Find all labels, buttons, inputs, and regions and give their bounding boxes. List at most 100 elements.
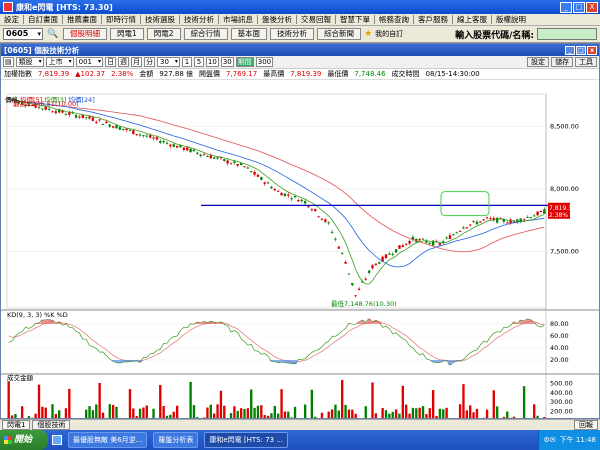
period-week[interactable]: 週 xyxy=(118,57,129,67)
volume-bar xyxy=(543,417,546,418)
quote-button[interactable]: 綜合行情 xyxy=(183,28,228,40)
candle-body xyxy=(142,135,145,137)
menu-item[interactable]: 技術分析 xyxy=(180,14,218,25)
maximize-button[interactable]: □ xyxy=(573,1,585,13)
tools-button[interactable]: 工具 xyxy=(575,57,597,67)
candle-body xyxy=(495,217,499,223)
kd-overbought-fill xyxy=(212,322,216,324)
task-hts[interactable]: 康和e閃電 [HTS: 73 ... xyxy=(204,432,288,448)
chart-minimize-button[interactable]: _ xyxy=(565,45,575,55)
kd-oversold-fill xyxy=(283,360,287,363)
period-day[interactable]: 日 xyxy=(105,57,116,67)
volume-bar xyxy=(347,409,351,418)
stock-code-input[interactable]: 0605 xyxy=(3,28,43,40)
fundamentals-button[interactable]: 基本面 xyxy=(230,28,268,40)
volume-bar xyxy=(287,411,290,418)
volume-bar xyxy=(351,409,354,418)
zoom-1[interactable]: 1 xyxy=(181,57,192,67)
menu-item[interactable]: 帳務查詢 xyxy=(375,14,413,25)
candle-body xyxy=(51,111,54,113)
code-select[interactable]: 001 xyxy=(75,57,103,67)
candle-body xyxy=(216,157,219,159)
menu-item[interactable]: 智慧下單 xyxy=(336,14,374,25)
menu-item[interactable]: 即時行情 xyxy=(102,14,140,25)
period-minute[interactable]: 分 xyxy=(144,57,155,67)
volume-bar xyxy=(425,414,428,418)
market-select[interactable]: 上市 xyxy=(45,57,74,67)
candle-body xyxy=(526,216,529,218)
candle-body xyxy=(243,166,246,168)
menu-item[interactable]: 盤後分析 xyxy=(258,14,296,25)
menu-item[interactable]: 線上客服 xyxy=(453,14,491,25)
lookup-input[interactable] xyxy=(537,28,597,40)
volume-bar xyxy=(14,414,17,418)
kd-oversold-fill xyxy=(131,360,136,362)
menu-item[interactable]: 推薦畫面 xyxy=(63,14,101,25)
tab-technical[interactable]: 個股技術 xyxy=(32,420,71,430)
chart-close-button[interactable]: x xyxy=(587,45,597,55)
candle-body xyxy=(405,243,408,245)
menu-item[interactable]: 自訂畫面 xyxy=(24,14,62,25)
kd-oversold-fill xyxy=(444,360,449,361)
technical-chart[interactable]: 8,500.008,000.007,500.00最高8,246.51(10.00… xyxy=(1,82,599,418)
menu-item[interactable]: 技術選股 xyxy=(141,14,179,25)
candle-body xyxy=(54,111,58,114)
candle-body xyxy=(330,231,334,233)
close-button[interactable]: X xyxy=(586,1,598,13)
zoom-period[interactable]: 期間 xyxy=(235,57,254,67)
settings-button[interactable]: 設定 xyxy=(527,57,549,67)
zoom-10[interactable]: 10 xyxy=(205,57,219,67)
my-custom-link[interactable]: 我的自訂 xyxy=(375,29,403,39)
task-compass[interactable]: 羅盤分析表 xyxy=(153,432,199,448)
zoom-5[interactable]: 5 xyxy=(193,57,204,67)
quicklaunch-icon[interactable] xyxy=(52,435,62,445)
candle-body xyxy=(260,177,263,180)
candle-body xyxy=(388,253,391,255)
chart-maximize-button[interactable]: □ xyxy=(576,45,586,55)
volume-bar xyxy=(506,411,509,418)
volume-bar xyxy=(165,415,169,418)
start-button[interactable]: 開始 xyxy=(0,430,48,450)
menu-item[interactable]: 設定 xyxy=(0,14,23,25)
minimize-button[interactable]: _ xyxy=(560,1,572,13)
report-button[interactable]: 回報 xyxy=(574,420,598,430)
volume-bar xyxy=(216,404,219,418)
menu-item[interactable]: 市場訊息 xyxy=(219,14,257,25)
detail-button[interactable]: 個股明細 xyxy=(63,28,107,40)
candle-body xyxy=(482,219,485,221)
technical-button[interactable]: 技術分析 xyxy=(270,28,315,40)
news-button[interactable]: 綜合新聞 xyxy=(317,28,362,40)
volume-bar xyxy=(428,408,431,418)
kd-overbought-fill xyxy=(370,321,375,324)
kd-overbought-fill xyxy=(347,323,351,324)
mode-select[interactable]: 類股 xyxy=(15,57,44,67)
kd-oversold-fill xyxy=(124,360,129,362)
tab-flash1[interactable]: 閃電1 xyxy=(2,420,31,430)
save-button[interactable]: 儲存 xyxy=(551,57,573,67)
menu-bar: 設定 自訂畫面 推薦畫面 即時行情 技術選股 技術分析 市場訊息 盤後分析 交易回報 智慧下單 帳務… xyxy=(0,14,600,26)
period-month[interactable]: 月 xyxy=(131,57,142,67)
search-icon[interactable]: 🔍 xyxy=(46,28,60,40)
candle-body xyxy=(239,163,243,166)
zoom-30[interactable]: 30 xyxy=(220,57,234,67)
flash1-button[interactable]: 閃電1 xyxy=(110,28,144,40)
chart-window-title: [0605] 個股技術分析 _ □ x xyxy=(1,44,599,56)
candle-body xyxy=(125,128,128,131)
menu-item[interactable]: 版權說明 xyxy=(492,14,530,25)
chart-menu-icon[interactable]: ▤ xyxy=(3,57,14,67)
flash2-button[interactable]: 閃電2 xyxy=(146,28,181,40)
zoom-300[interactable]: 300 xyxy=(255,57,274,67)
kd-overbought-fill xyxy=(215,322,220,324)
volume-bar xyxy=(253,407,256,418)
index-price: 7,819.39 xyxy=(38,70,70,78)
volume-bar xyxy=(159,385,162,418)
interval-select[interactable]: 30 xyxy=(157,57,180,67)
menu-item[interactable]: 客戶服務 xyxy=(414,14,452,25)
task-news[interactable]: 最優股無敵 美6月逆... xyxy=(68,432,148,448)
candle-body xyxy=(378,262,381,264)
ma1-label: 均價[5] xyxy=(20,96,43,104)
menu-item[interactable]: 交易回報 xyxy=(297,14,335,25)
candle-body xyxy=(462,227,465,229)
kd-overbought-fill xyxy=(205,322,210,324)
kd-tick-label: 20.00 xyxy=(550,356,569,364)
